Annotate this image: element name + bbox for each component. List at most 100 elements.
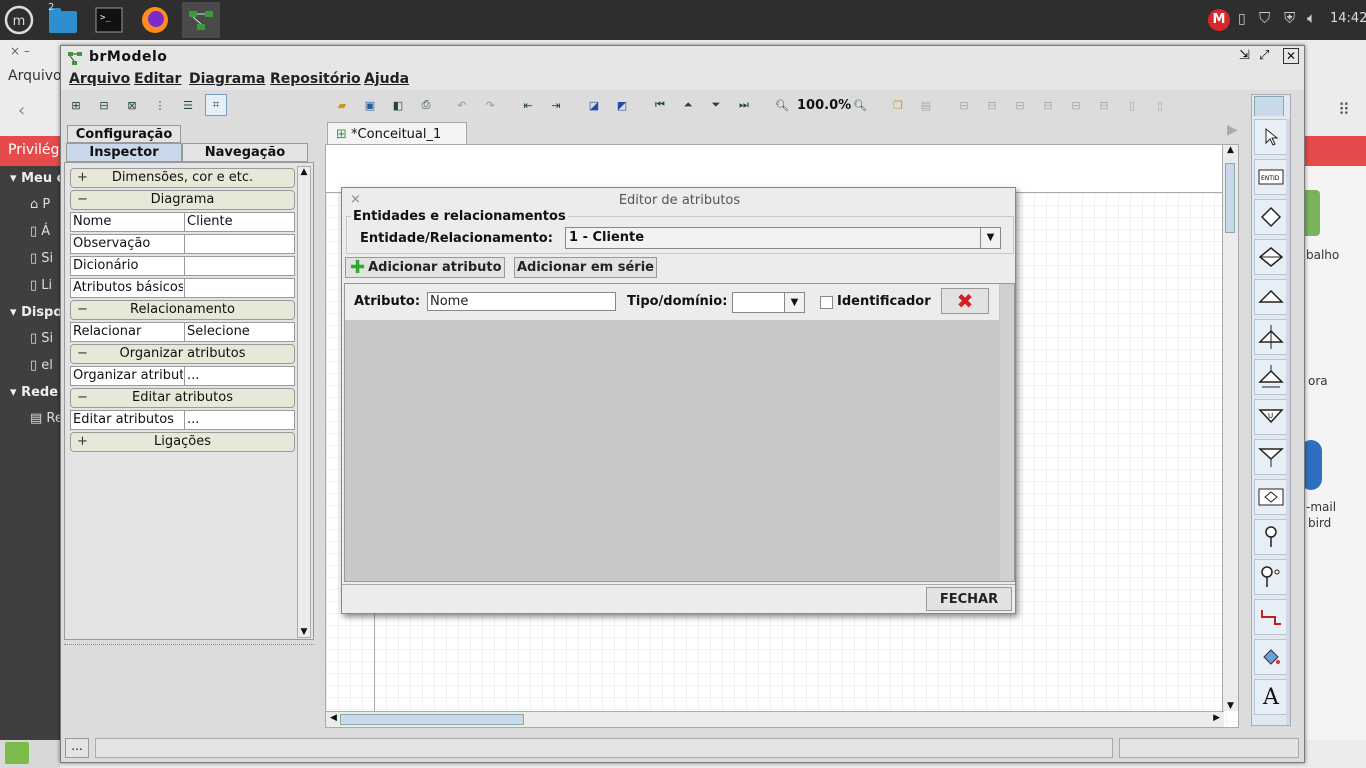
entity-select[interactable]: 1 - Cliente ▼ [565,227,1001,249]
last-icon[interactable]: ⏭ [733,94,755,116]
tool-e-icon[interactable]: ⊟ [1065,94,1087,116]
redo-icon[interactable]: ↷ [479,94,501,116]
volume-icon[interactable]: 🔈︎ [1307,9,1316,27]
undo-icon[interactable]: ↶ [451,94,473,116]
prop-editar[interactable]: Editar atributos... [70,410,295,430]
new-conceptual-icon[interactable]: ⊞ [65,94,87,116]
new-hierarchy-icon[interactable]: ⋮ [149,94,171,116]
menu-arquivo[interactable]: Arquivo [69,71,130,87]
composite-attribute-icon[interactable] [1254,559,1288,595]
self-relationship-icon[interactable] [1254,479,1288,515]
canvas-hscroll[interactable]: ◀ ▶ [326,711,1224,727]
union-tool-icon[interactable]: U [1254,399,1288,435]
prop-dicionario[interactable]: Dicionário [70,256,295,276]
tool-c-icon[interactable]: ⊟ [1009,94,1031,116]
paste-icon[interactable]: ▤ [915,94,937,116]
palette-tab[interactable] [1254,96,1284,116]
link-tool-icon[interactable] [1254,599,1288,635]
tool-b-icon[interactable]: ⊟ [981,94,1003,116]
down-icon[interactable]: ⏷ [705,94,727,116]
maximize-icon[interactable]: ⤢ [1259,48,1269,63]
zoom-in-icon[interactable]: 🔍︎ [849,94,871,116]
tool-a-icon[interactable]: ⊟ [953,94,975,116]
menu-repositorio[interactable]: Repositório [270,71,361,87]
bring-front-icon[interactable]: ◪ [583,94,605,116]
section-organizar[interactable]: − Organizar atributos [70,344,295,364]
tool-f-icon[interactable]: ⊟ [1093,94,1115,116]
relationship-tool-icon[interactable] [1254,199,1288,235]
tab-configuracao[interactable]: Configuração [67,125,181,143]
clock[interactable]: 14:42 [1330,11,1366,26]
tab-scroll-right-icon[interactable]: ▶ [1227,122,1238,138]
section-ligacoes[interactable]: + Ligações [70,432,295,452]
shield-icon[interactable]: ⛉ [1259,9,1270,27]
tab-navegacao[interactable]: Navegação [182,143,308,162]
minimize-icon[interactable]: ⇲ [1239,48,1250,63]
tab-conceitual[interactable]: ⊞ *Conceitual_1 [327,122,467,144]
mega-icon[interactable]: M [1208,9,1230,31]
specialization-tool-icon[interactable] [1254,279,1288,315]
prop-observacao[interactable]: Observação [70,234,295,254]
close-dialog-button[interactable]: FECHAR [926,587,1012,611]
prop-relacionar[interactable]: Relacionar Selecione [70,322,295,342]
prop-organizar[interactable]: Organizar atributos... [70,366,295,386]
tool-h-icon[interactable]: ▯ [1149,94,1171,116]
splitter[interactable] [64,644,314,650]
add-series-button[interactable]: Adicionar em série [514,257,657,278]
funnel-tool-icon[interactable] [1254,439,1288,475]
status-more-button[interactable]: ... [65,738,89,758]
new-list-icon[interactable]: ☰ [177,94,199,116]
align-right-icon[interactable]: ⇥ [545,94,567,116]
section-dimensoes[interactable]: + Dimensões, cor e etc. [70,168,295,188]
open-icon[interactable]: ▰ [331,94,353,116]
pointer-tool-icon[interactable] [1254,119,1288,155]
specialization-partial-icon[interactable] [1254,359,1288,395]
up-icon[interactable]: ⏶ [677,94,699,116]
section-editar[interactable]: − Editar atributos [70,388,295,408]
prop-nome[interactable]: Nome Cliente [70,212,295,232]
section-diagrama[interactable]: − Diagrama [70,190,295,210]
section-relacionamento[interactable]: − Relacionamento [70,300,295,320]
copy-icon[interactable]: ❐ [887,94,909,116]
tool-g-icon[interactable]: ▯ [1121,94,1143,116]
new-tree-icon[interactable]: ⊠ [121,94,143,116]
menu-diagrama[interactable]: Diagrama [189,71,265,87]
type-chevron-down-icon[interactable]: ▼ [784,293,804,312]
chevron-down-icon[interactable]: ▼ [980,228,1000,248]
save-icon[interactable]: ▣ [359,94,381,116]
firefox-icon[interactable] [136,2,174,38]
menu-editar[interactable]: Editar [134,71,181,87]
identifier-checkbox[interactable] [820,296,833,309]
send-back-icon[interactable]: ◩ [611,94,633,116]
zoom-out-icon[interactable]: 🔍︎ [771,94,793,116]
canvas-vscroll[interactable]: ▲ ▼ [1222,145,1238,711]
close-window-icon[interactable]: ✕ [1283,48,1299,64]
inspector-scrollbar[interactable]: ▲ ▼ [297,166,311,638]
menu-ajuda[interactable]: Ajuda [364,71,409,87]
type-select[interactable]: ▼ [732,292,805,313]
entity-tool-icon[interactable]: ENTID [1254,159,1288,195]
tab-inspector[interactable]: Inspector [66,143,182,162]
new-network-icon[interactable]: ⌗ [205,94,227,116]
text-tool-icon[interactable]: A [1254,679,1288,715]
paint-tool-icon[interactable] [1254,639,1288,675]
add-attribute-button[interactable]: ✚ Adicionar atributo [345,257,505,278]
prop-atributos-basicos[interactable]: Atributos básicos [70,278,295,298]
new-logical-icon[interactable]: ⊟ [93,94,115,116]
print-icon[interactable]: ⎙ [415,94,437,116]
terminal-icon[interactable]: >_ [90,2,128,38]
first-icon[interactable]: ⏮ [649,94,671,116]
brmodelo-taskbar-icon[interactable] [182,2,220,38]
delete-attribute-button[interactable]: ✖ [941,288,989,314]
tool-d-icon[interactable]: ⊟ [1037,94,1059,116]
attribute-name-input[interactable] [427,292,616,311]
align-left-icon[interactable]: ⇤ [517,94,539,116]
clipboard-icon[interactable]: ▯ [1238,11,1246,27]
files-icon[interactable]: 2 [44,2,82,38]
associative-tool-icon[interactable] [1254,239,1288,275]
attribute-tool-icon[interactable] [1254,519,1288,555]
specialization-total-icon[interactable] [1254,319,1288,355]
network-shield-icon[interactable]: ⛨ [1284,9,1295,27]
save-as-icon[interactable]: ◧ [387,94,409,116]
mint-menu-icon[interactable]: m [0,2,38,38]
